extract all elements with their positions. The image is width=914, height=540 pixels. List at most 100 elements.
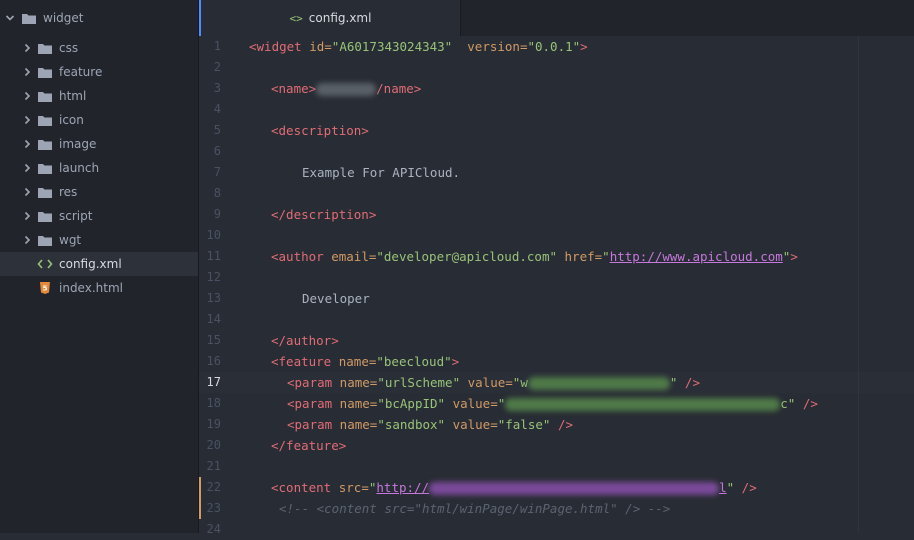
tree-item-label: script [59,209,93,223]
xml-string: " [497,396,506,411]
tree-item-script[interactable]: script [0,204,198,228]
chevron-right-icon[interactable] [22,235,32,245]
xml-attribute: name= [332,396,378,411]
line-number: 6 [213,144,221,158]
chevron-right-icon[interactable] [22,139,32,149]
xml-attribute: email= [323,249,377,264]
folder-icon [38,187,52,198]
line-number: 21 [206,459,221,473]
url-link[interactable]: http:// [376,480,429,495]
xml-tag: </feature> [271,438,347,453]
xml-tag: /> [795,396,818,411]
file-tree-panel: widget css feature html icon image launc… [0,0,198,533]
xml-tag: <author [271,249,324,264]
xml-string: "developer@apicloud.com" [376,249,557,264]
line-number-current: 17 [206,375,221,389]
line-number: 1 [213,39,221,53]
line-number: 20 [206,438,221,452]
tree-item-html[interactable]: html [0,84,198,108]
code-line-23: <!-- <content src="html/winPage/winPage.… [279,498,670,519]
line-number: 14 [206,312,221,326]
tab-label: config.xml [308,11,372,25]
xml-tag: /name> [376,81,422,96]
tree-item-image[interactable]: image [0,132,198,156]
line-number: 10 [206,228,221,242]
xml-tag: <param [287,396,333,411]
xml-text: Developer [302,291,370,306]
tree-item-label: launch [59,161,100,175]
xml-string: "beecloud" [376,354,452,369]
redacted-blur [527,377,670,390]
xml-comment: <!-- <content src="html/winPage/winPage.… [279,501,671,516]
tree-item-launch[interactable]: launch [0,156,198,180]
tree-root-widget[interactable]: widget [0,6,198,30]
tree-item-css[interactable]: css [0,36,198,60]
tree-item-label: icon [59,113,84,127]
chevron-right-icon[interactable] [22,163,32,173]
xml-string: "urlScheme" [377,375,461,390]
xml-attribute: name= [332,375,378,390]
xml-string: c" [780,396,796,411]
tree-item-label: wgt [59,233,82,247]
xml-attribute: name= [332,417,378,432]
tree-item-label: feature [59,65,103,79]
url-link[interactable]: http://www.apicloud.com [610,249,783,264]
tree-item-icon[interactable]: icon [0,108,198,132]
code-line-1: <widget id="A6017343024343" version="0.0… [249,36,588,57]
folder-icon [38,43,52,54]
xml-tag: </description> [271,207,377,222]
xml-tag: > [580,39,588,54]
line-number-gutter[interactable]: 1 2 3 4 5 6 7 8 9 10 11 12 13 14 15 16 1… [199,36,239,536]
folder-icon [38,67,52,78]
chevron-right-icon[interactable] [22,187,32,197]
xml-tag: > [451,354,460,369]
redacted-blur [505,398,781,411]
tree-item-wgt[interactable]: wgt [0,228,198,252]
tree-item-config-xml[interactable]: config.xml [0,252,198,276]
tree-item-res[interactable]: res [0,180,198,204]
redacted-blur [429,482,720,495]
line-number: 15 [206,333,221,347]
tree-item-index-html[interactable]: 5 index.html [0,276,198,300]
xml-tag: <description> [271,123,369,138]
tree-item-label: html [59,89,87,103]
xml-tag: </author> [271,333,339,348]
line-number: 12 [206,270,221,284]
wrap-guide [858,36,914,533]
url-link[interactable]: l [719,480,727,495]
html5-file-icon: 5 [37,282,53,294]
xml-tag: <param [287,417,333,432]
folder-icon [38,91,52,102]
xml-attribute: version= [452,39,528,54]
redacted-blur [316,83,377,96]
xml-string: "false" [497,417,551,432]
tree-item-feature[interactable]: feature [0,60,198,84]
xml-string: " [602,249,610,264]
chevron-right-icon[interactable] [22,115,32,125]
chevron-right-icon[interactable] [22,67,32,77]
xml-attribute: name= [331,354,377,369]
code-editor[interactable]: 1 2 3 4 5 6 7 8 9 10 11 12 13 14 15 16 1… [199,36,914,536]
code-line-15: </author> [271,330,339,351]
xml-tag: /> [677,375,700,390]
xml-attribute: value= [460,375,513,390]
tab-config-xml[interactable]: <> config.xml [199,0,460,36]
chevron-right-icon[interactable] [22,43,32,53]
tree-item-label: css [59,41,79,55]
code-line-13: Developer [302,288,370,309]
tree-item-label: index.html [59,281,123,295]
tab-bar: <> config.xml [199,0,914,36]
svg-text:5: 5 [43,285,48,293]
xml-tag: > [790,249,798,264]
folder-icon [38,235,52,246]
code-line-19: <param name="sandbox" value="false" /> [287,414,573,435]
xml-tag: <feature [271,354,332,369]
xml-string: "sandbox" [377,417,446,432]
chevron-right-icon[interactable] [22,91,32,101]
xml-string: "bcAppID" [377,396,446,411]
chevron-down-icon[interactable] [5,13,15,23]
tree-item-label: image [59,137,97,151]
chevron-right-icon[interactable] [22,211,32,221]
line-number: 4 [213,102,221,116]
code-line-20: </feature> [271,435,346,456]
